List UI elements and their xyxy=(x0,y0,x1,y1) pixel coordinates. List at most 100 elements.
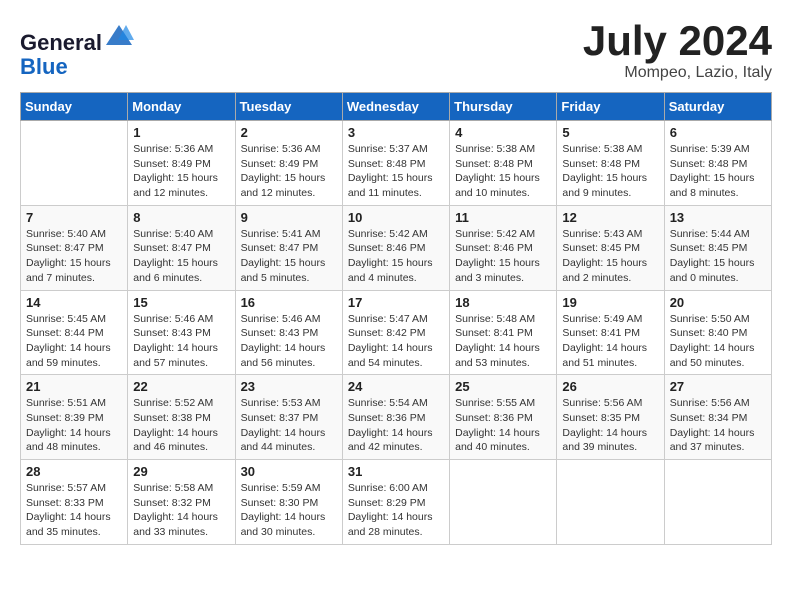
calendar-cell: 23Sunrise: 5:53 AM Sunset: 8:37 PM Dayli… xyxy=(235,375,342,460)
day-number: 27 xyxy=(670,379,766,394)
calendar-cell: 5Sunrise: 5:38 AM Sunset: 8:48 PM Daylig… xyxy=(557,121,664,206)
day-number: 14 xyxy=(26,295,122,310)
calendar-cell: 13 Sunrise: 5:44 AM Sunset: 8:45 PM Dayli… xyxy=(664,205,771,290)
day-detail: Sunrise: 5:36 AM Sunset: 8:49 PM Dayligh… xyxy=(241,142,337,201)
day-number: 21 xyxy=(26,379,122,394)
day-detail: Sunrise: 6:00 AM Sunset: 8:29 PM Dayligh… xyxy=(348,481,444,540)
day-detail: Sunrise: 5:40 AM Sunset: 8:47 PM Dayligh… xyxy=(133,227,229,286)
day-detail: Sunrise: 5:54 AM Sunset: 8:36 PM Dayligh… xyxy=(348,396,444,455)
day-number: 20 xyxy=(670,295,766,310)
calendar-cell: 18 Sunrise: 5:48 AM Sunset: 8:41 PM Dayli… xyxy=(450,290,557,375)
day-number: 10 xyxy=(348,210,444,225)
calendar-cell: 9Sunrise: 5:41 AM Sunset: 8:47 PM Daylig… xyxy=(235,205,342,290)
day-number: 15 xyxy=(133,295,229,310)
day-number: 18 xyxy=(455,295,551,310)
month-title: July 2024 xyxy=(583,20,772,62)
calendar-cell: 29 Sunrise: 5:58 AM Sunset: 8:32 PM Dayli… xyxy=(128,460,235,545)
day-number: 19 xyxy=(562,295,658,310)
day-detail: Sunrise: 5:44 AM Sunset: 8:45 PM Dayligh… xyxy=(670,227,766,286)
calendar-cell: 28Sunrise: 5:57 AM Sunset: 8:33 PM Dayli… xyxy=(21,460,128,545)
weekday-header: Monday xyxy=(128,93,235,121)
day-number: 30 xyxy=(241,464,337,479)
calendar-cell: 7 Sunrise: 5:40 AM Sunset: 8:47 PM Daylig… xyxy=(21,205,128,290)
location: Mompeo, Lazio, Italy xyxy=(583,64,772,82)
calendar-cell xyxy=(21,121,128,206)
weekday-header: Friday xyxy=(557,93,664,121)
calendar-cell: 21 Sunrise: 5:51 AM Sunset: 8:39 PM Dayli… xyxy=(21,375,128,460)
calendar-cell: 14 Sunrise: 5:45 AM Sunset: 8:44 PM Dayli… xyxy=(21,290,128,375)
day-detail: Sunrise: 5:52 AM Sunset: 8:38 PM Dayligh… xyxy=(133,396,229,455)
day-number: 31 xyxy=(348,464,444,479)
day-number: 7 xyxy=(26,210,122,225)
day-number: 12 xyxy=(562,210,658,225)
logo-blue: Blue xyxy=(20,54,68,79)
weekday-header: Wednesday xyxy=(342,93,449,121)
day-detail: Sunrise: 5:55 AM Sunset: 8:36 PM Dayligh… xyxy=(455,396,551,455)
calendar-cell: 6 Sunrise: 5:39 AM Sunset: 8:48 PM Daylig… xyxy=(664,121,771,206)
calendar-cell: 31 Sunrise: 6:00 AM Sunset: 8:29 PM Dayli… xyxy=(342,460,449,545)
day-number: 4 xyxy=(455,125,551,140)
calendar-cell: 22 Sunrise: 5:52 AM Sunset: 8:38 PM Dayli… xyxy=(128,375,235,460)
logo-icon xyxy=(104,20,134,50)
day-number: 28 xyxy=(26,464,122,479)
day-detail: Sunrise: 5:45 AM Sunset: 8:44 PM Dayligh… xyxy=(26,312,122,371)
day-number: 3 xyxy=(348,125,444,140)
day-detail: Sunrise: 5:37 AM Sunset: 8:48 PM Dayligh… xyxy=(348,142,444,201)
calendar-week-row: 14 Sunrise: 5:45 AM Sunset: 8:44 PM Dayli… xyxy=(21,290,772,375)
day-detail: Sunrise: 5:47 AM Sunset: 8:42 PM Dayligh… xyxy=(348,312,444,371)
calendar-cell: 30 Sunrise: 5:59 AM Sunset: 8:30 PM Dayli… xyxy=(235,460,342,545)
day-detail: Sunrise: 5:36 AM Sunset: 8:49 PM Dayligh… xyxy=(133,142,229,201)
calendar-week-row: 28Sunrise: 5:57 AM Sunset: 8:33 PM Dayli… xyxy=(21,460,772,545)
day-detail: Sunrise: 5:49 AM Sunset: 8:41 PM Dayligh… xyxy=(562,312,658,371)
day-detail: Sunrise: 5:51 AM Sunset: 8:39 PM Dayligh… xyxy=(26,396,122,455)
calendar-cell: 10 Sunrise: 5:42 AM Sunset: 8:46 PM Dayli… xyxy=(342,205,449,290)
calendar-cell: 12 Sunrise: 5:43 AM Sunset: 8:45 PM Dayli… xyxy=(557,205,664,290)
day-number: 1 xyxy=(133,125,229,140)
day-detail: Sunrise: 5:46 AM Sunset: 8:43 PM Dayligh… xyxy=(133,312,229,371)
title-block: July 2024 Mompeo, Lazio, Italy xyxy=(583,20,772,82)
day-detail: Sunrise: 5:48 AM Sunset: 8:41 PM Dayligh… xyxy=(455,312,551,371)
day-detail: Sunrise: 5:39 AM Sunset: 8:48 PM Dayligh… xyxy=(670,142,766,201)
day-number: 22 xyxy=(133,379,229,394)
day-number: 26 xyxy=(562,379,658,394)
calendar-cell: 15 Sunrise: 5:46 AM Sunset: 8:43 PM Dayli… xyxy=(128,290,235,375)
calendar-cell: 1 Sunrise: 5:36 AM Sunset: 8:49 PM Daylig… xyxy=(128,121,235,206)
calendar-cell: 19 Sunrise: 5:49 AM Sunset: 8:41 PM Dayli… xyxy=(557,290,664,375)
calendar-week-row: 7 Sunrise: 5:40 AM Sunset: 8:47 PM Daylig… xyxy=(21,205,772,290)
calendar-cell: 4 Sunrise: 5:38 AM Sunset: 8:48 PM Daylig… xyxy=(450,121,557,206)
calendar-week-row: 21 Sunrise: 5:51 AM Sunset: 8:39 PM Dayli… xyxy=(21,375,772,460)
weekday-header: Sunday xyxy=(21,93,128,121)
day-detail: Sunrise: 5:38 AM Sunset: 8:48 PM Dayligh… xyxy=(455,142,551,201)
weekday-header: Saturday xyxy=(664,93,771,121)
calendar-cell xyxy=(664,460,771,545)
day-detail: Sunrise: 5:40 AM Sunset: 8:47 PM Dayligh… xyxy=(26,227,122,286)
calendar-cell: 24 Sunrise: 5:54 AM Sunset: 8:36 PM Dayli… xyxy=(342,375,449,460)
calendar-cell: 17 Sunrise: 5:47 AM Sunset: 8:42 PM Dayli… xyxy=(342,290,449,375)
calendar-cell: 11Sunrise: 5:42 AM Sunset: 8:46 PM Dayli… xyxy=(450,205,557,290)
day-number: 25 xyxy=(455,379,551,394)
day-number: 17 xyxy=(348,295,444,310)
day-detail: Sunrise: 5:59 AM Sunset: 8:30 PM Dayligh… xyxy=(241,481,337,540)
day-number: 23 xyxy=(241,379,337,394)
day-detail: Sunrise: 5:56 AM Sunset: 8:34 PM Dayligh… xyxy=(670,396,766,455)
calendar-cell: 3 Sunrise: 5:37 AM Sunset: 8:48 PM Daylig… xyxy=(342,121,449,206)
day-number: 24 xyxy=(348,379,444,394)
day-number: 13 xyxy=(670,210,766,225)
day-number: 5 xyxy=(562,125,658,140)
weekday-header-row: SundayMondayTuesdayWednesdayThursdayFrid… xyxy=(21,93,772,121)
day-number: 6 xyxy=(670,125,766,140)
day-number: 2 xyxy=(241,125,337,140)
day-detail: Sunrise: 5:43 AM Sunset: 8:45 PM Dayligh… xyxy=(562,227,658,286)
day-number: 9 xyxy=(241,210,337,225)
day-number: 16 xyxy=(241,295,337,310)
day-detail: Sunrise: 5:42 AM Sunset: 8:46 PM Dayligh… xyxy=(348,227,444,286)
calendar-cell: 8 Sunrise: 5:40 AM Sunset: 8:47 PM Daylig… xyxy=(128,205,235,290)
day-number: 11 xyxy=(455,210,551,225)
calendar-week-row: 1 Sunrise: 5:36 AM Sunset: 8:49 PM Daylig… xyxy=(21,121,772,206)
weekday-header: Thursday xyxy=(450,93,557,121)
day-number: 8 xyxy=(133,210,229,225)
calendar-cell: 25 Sunrise: 5:55 AM Sunset: 8:36 PM Dayli… xyxy=(450,375,557,460)
calendar-cell: 16Sunrise: 5:46 AM Sunset: 8:43 PM Dayli… xyxy=(235,290,342,375)
day-number: 29 xyxy=(133,464,229,479)
day-detail: Sunrise: 5:58 AM Sunset: 8:32 PM Dayligh… xyxy=(133,481,229,540)
